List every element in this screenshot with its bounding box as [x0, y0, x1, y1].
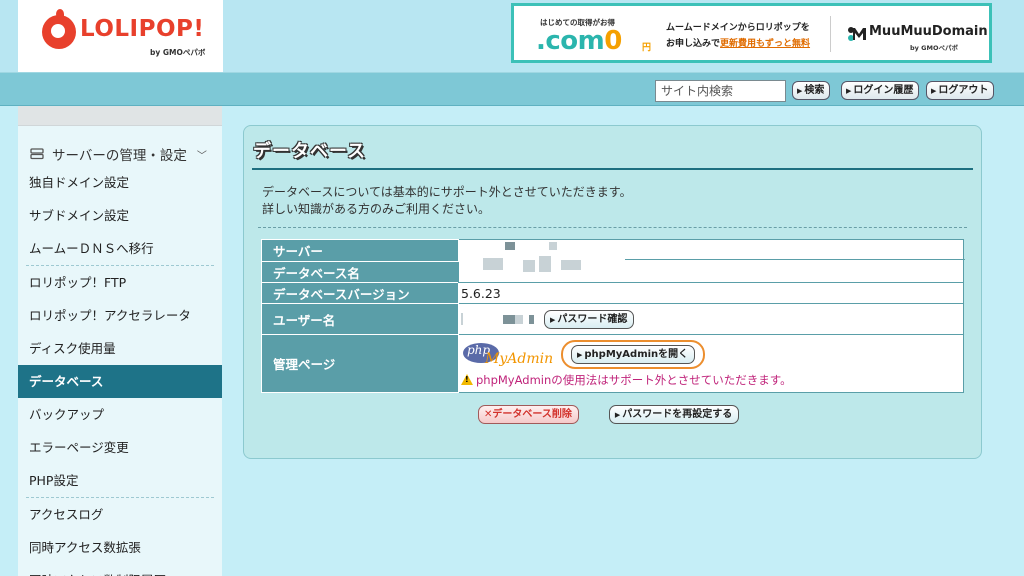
sidebar-section-title: サーバーの管理・設定 — [52, 148, 187, 164]
highlight-ring: ▶ phpMyAdminを開く — [561, 340, 706, 369]
sidebar-item-error-page[interactable]: エラーページ変更 — [18, 431, 222, 464]
sidebar-section-server-settings[interactable]: サーバーの管理・設定 ﹀ — [18, 126, 222, 166]
table-row-db-version: データベースバージョン 5.6.23 — [261, 282, 964, 304]
warning-icon — [461, 373, 473, 385]
admin-page-label: 管理ページ — [261, 334, 459, 393]
phpmyadmin-warning: phpMyAdminの使用法はサポート外とさせていただきます。 — [461, 372, 963, 388]
action-buttons: ✕データベース削除 ▶ パスワードを再設定する — [478, 405, 740, 424]
username-redacted — [461, 313, 463, 325]
intro-line-1: データベースについては基本的にサポート外とさせていただきます。 — [262, 185, 632, 199]
server-label: サーバー — [261, 239, 459, 262]
muumuu-domain-banner[interactable]: はじめての取得がお得 .com0 円 ムームードメインからロリポップを お申し込… — [511, 3, 992, 63]
sidebar-item-access-log[interactable]: アクセスログ — [18, 498, 222, 531]
dashed-divider — [258, 227, 967, 228]
banner-line2: お申し込みで更新費用もずっと無料 — [666, 39, 811, 49]
db-name-label: データベース名 — [261, 261, 459, 283]
triangle-right-icon: ▶ — [549, 315, 556, 324]
sidebar-item-database[interactable]: データベース — [18, 365, 222, 398]
title-divider — [252, 168, 973, 170]
triangle-right-icon: ▶ — [797, 87, 803, 95]
logo-text: LOLIPOP! — [80, 16, 205, 42]
intro-line-2: 詳しい知識がある方のみご利用ください。 — [262, 202, 491, 216]
banner-headline: .com0 — [536, 26, 622, 56]
table-row-username: ユーザー名 ▶ パスワード確認 — [261, 303, 964, 335]
sidebar-item-subdomain[interactable]: サブドメイン設定 — [18, 199, 222, 232]
phpmyadmin-logo: php MyAdmin — [461, 340, 553, 370]
sidebar-item-concurrent-access[interactable]: 同時アクセス数拡張 — [18, 531, 222, 564]
intro-text: データベースについては基本的にサポート外とさせていただきます。 詳しい知識がある… — [262, 184, 632, 218]
database-panel: データベース データベースについては基本的にサポート外とさせていただきます。 詳… — [243, 125, 982, 459]
delete-database-button[interactable]: ✕データベース削除 — [478, 405, 579, 424]
database-info-table: サーバー データベース名 データベースバージョン 5.6.23 ユーザー名 ▶ … — [261, 239, 965, 393]
banner-divider — [830, 16, 831, 52]
site-search-input[interactable] — [655, 80, 786, 102]
logo-subtitle: by GMOペパボ — [150, 48, 206, 57]
sidebar-item-concurrent-history[interactable]: 同時アクセス数制限履歴 — [18, 564, 222, 576]
sidebar-item-custom-domain[interactable]: 独自ドメイン設定 — [18, 166, 222, 199]
triangle-right-icon: ▶ — [577, 351, 583, 359]
admin-page-cell: php MyAdmin ▶phpMyAdminを開く phpMyAdminの使用… — [458, 334, 964, 393]
sidebar-top-bar — [18, 106, 222, 126]
sidebar-item-php-settings[interactable]: PHP設定 — [18, 464, 222, 497]
banner-line1: ムームードメインからロリポップを — [666, 23, 810, 33]
page-title: データベース — [253, 141, 367, 162]
username-cell: ▶ パスワード確認 — [458, 303, 964, 335]
db-version-value: 5.6.23 — [458, 282, 964, 304]
username-label: ユーザー名 — [261, 303, 459, 335]
lolipop-logo[interactable]: LOLIPOP! by GMOペパボ — [18, 0, 223, 72]
chevron-down-icon: ﹀ — [196, 150, 207, 162]
sidebar-item-backup[interactable]: バックアップ — [18, 398, 222, 431]
sidebar-item-accelerator[interactable]: ロリポップ！アクセラレータ — [18, 299, 222, 332]
table-row-admin-page: 管理ページ php MyAdmin ▶phpMyAdminを開く phpMyAd… — [261, 334, 964, 393]
sidebar-item-muumuu-dns[interactable]: ムームーＤＮＳへ移行 — [18, 232, 222, 265]
header: LOLIPOP! by GMOペパボ はじめての取得がお得 .com0 円 ムー… — [0, 0, 1024, 72]
banner-yen: 円 — [642, 43, 652, 53]
table-row-server: サーバー — [261, 239, 965, 283]
lolipop-logo-icon — [42, 9, 76, 49]
db-version-label: データベースバージョン — [261, 282, 459, 304]
server-value-redacted — [458, 239, 965, 283]
search-button[interactable]: ▶ 検索 — [792, 81, 831, 100]
sidebar: サーバーの管理・設定 ﹀ 独自ドメイン設定 サブドメイン設定 ムームーＤＮＳへ移… — [18, 106, 222, 576]
reset-password-button[interactable]: ▶ パスワードを再設定する — [608, 405, 740, 424]
sidebar-item-disk-usage[interactable]: ディスク使用量 — [18, 332, 222, 365]
muumuu-logo-icon — [848, 27, 866, 41]
password-check-button[interactable]: ▶ パスワード確認 — [543, 309, 635, 329]
triangle-right-icon: ▶ — [931, 87, 937, 95]
open-phpmyadmin-button[interactable]: ▶ phpMyAdminを開く — [571, 345, 696, 364]
triangle-right-icon: ▶ — [614, 411, 621, 419]
server-icon — [30, 148, 44, 160]
logout-button[interactable]: ▶ ログアウト — [926, 81, 995, 100]
triangle-right-icon: ▶ — [846, 87, 852, 95]
banner-partner-sub: by GMOペパボ — [910, 44, 958, 52]
sidebar-item-ftp[interactable]: ロリポップ！FTP — [18, 266, 222, 299]
login-history-button[interactable]: ▶ ログイン履歴 — [841, 81, 920, 100]
toolbar: ▶検索 ▶ログイン履歴 ▶ログアウト — [0, 72, 1024, 106]
banner-partner-name: MuuMuuDomain — [869, 24, 988, 39]
